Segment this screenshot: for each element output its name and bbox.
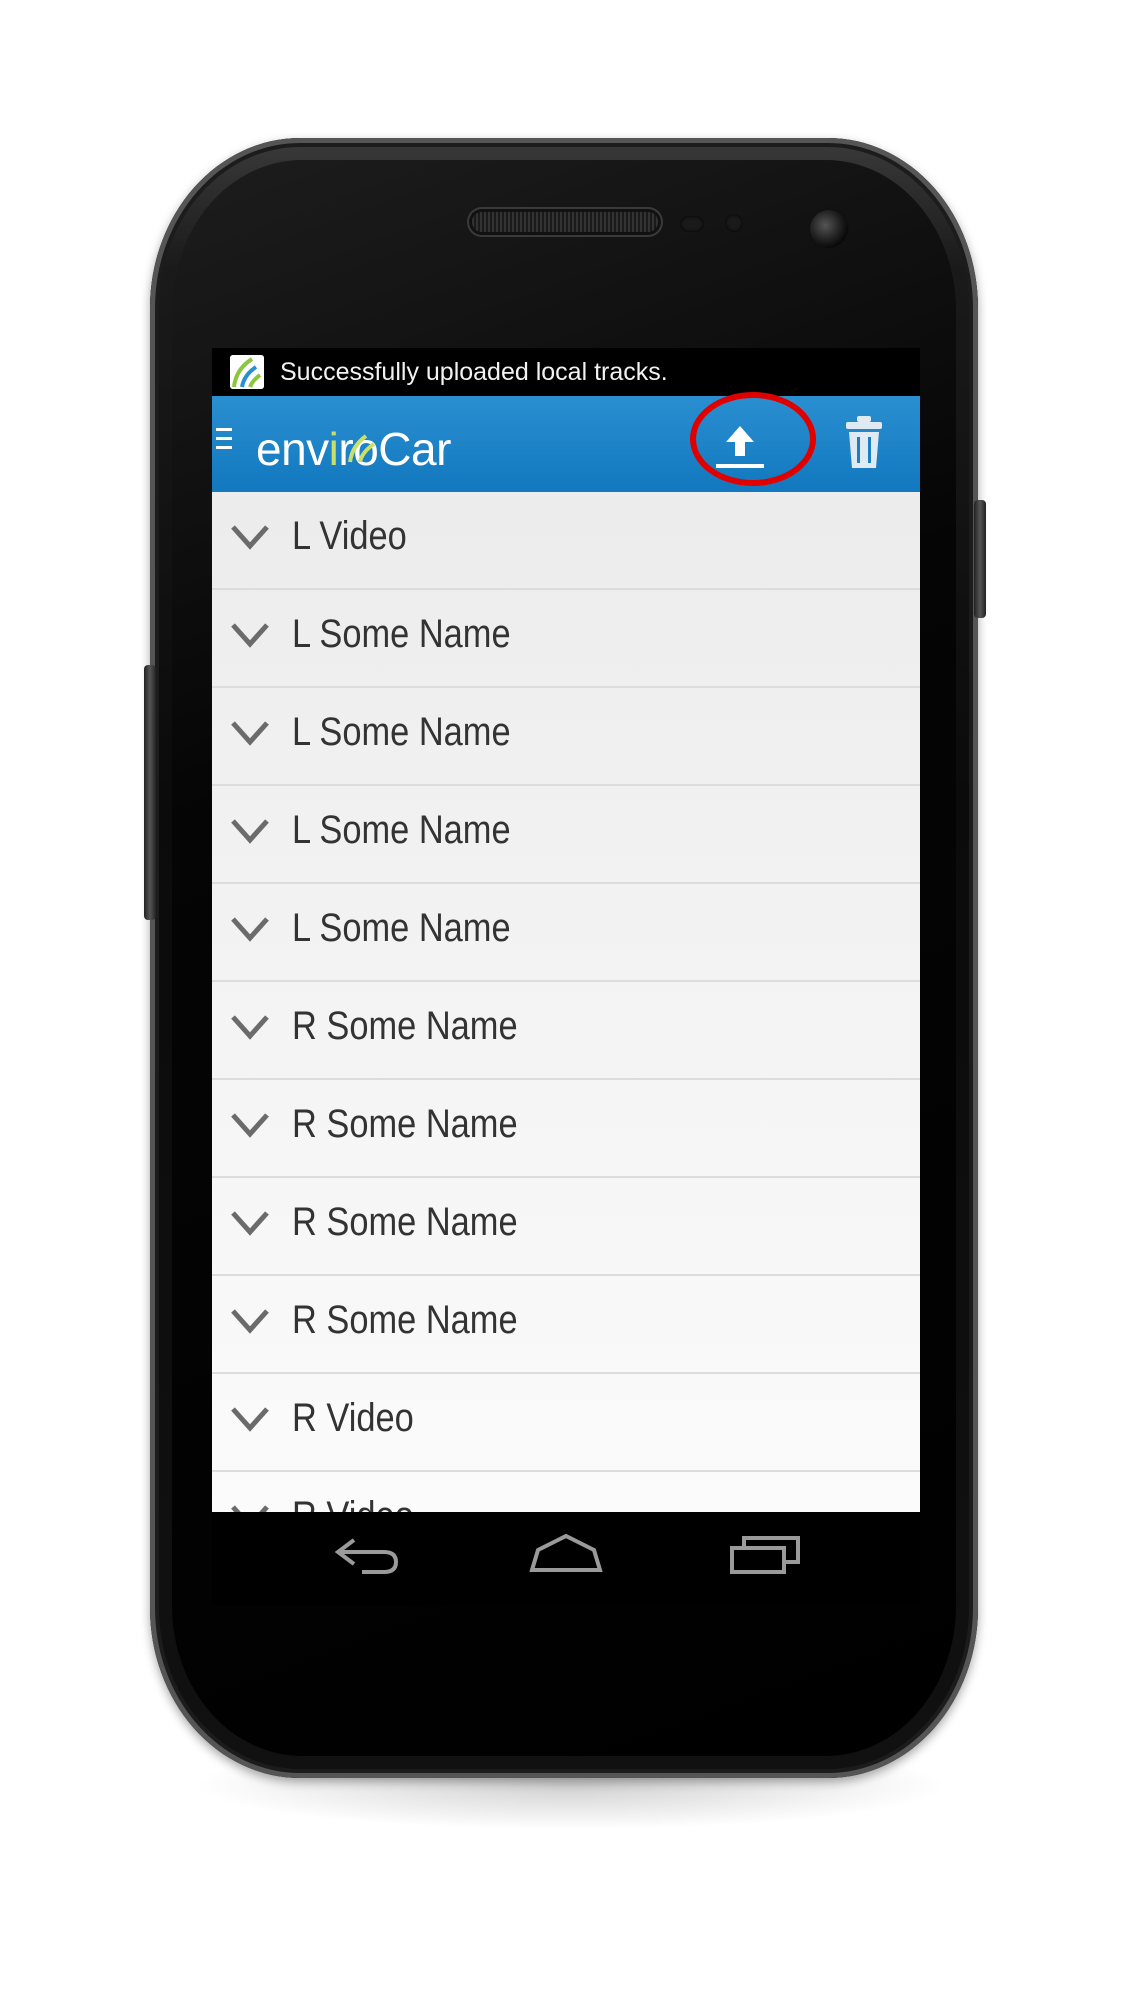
track-list: L Video L Some Name L Some Name L Some N… [212, 492, 920, 1512]
track-label: R Some Name [292, 1004, 518, 1048]
track-label: R Some Name [292, 1102, 518, 1146]
chevron-down-icon [231, 525, 269, 550]
upload-button[interactable] [702, 412, 778, 476]
envirocar-app-icon [230, 355, 264, 389]
chevron-down-icon [231, 721, 269, 746]
proximity-sensor [680, 216, 704, 232]
chevron-down-icon [231, 1309, 269, 1334]
track-label: L Some Name [292, 612, 511, 656]
list-item[interactable]: L Video [212, 492, 920, 590]
chevron-down-icon [231, 819, 269, 844]
home-icon [529, 1533, 603, 1572]
notification-text: Successfully uploaded local tracks. [280, 357, 668, 386]
chevron-down-icon [231, 623, 269, 648]
list-item[interactable]: R Video [212, 1374, 920, 1472]
list-item[interactable]: R Some Name [212, 982, 920, 1080]
chevron-down-icon [231, 1505, 269, 1512]
track-label: R Video [292, 1494, 414, 1512]
navigation-bar [212, 1512, 920, 1605]
action-bar: enviroCar [212, 392, 920, 492]
status-bar: Successfully uploaded local tracks. [212, 348, 920, 396]
recents-icon [730, 1536, 800, 1574]
drawer-menu-icon[interactable] [216, 428, 232, 452]
chevron-down-icon [231, 917, 269, 942]
list-item[interactable]: R Some Name [212, 1276, 920, 1374]
list-item[interactable]: L Some Name [212, 688, 920, 786]
logo-text-prefix: env [256, 423, 329, 475]
recents-button[interactable] [728, 1532, 802, 1580]
earpiece-speaker [472, 212, 658, 232]
track-label: L Some Name [292, 906, 511, 950]
front-camera [810, 210, 848, 248]
logo-signal-icon [348, 434, 376, 463]
app-logo: enviroCar [256, 422, 451, 476]
chevron-down-icon [231, 1015, 269, 1040]
track-label: R Video [292, 1396, 414, 1440]
chevron-down-icon [231, 1113, 269, 1138]
light-sensor [725, 214, 743, 232]
power-button [974, 500, 986, 618]
track-label: L Some Name [292, 710, 511, 754]
home-button[interactable] [528, 1532, 604, 1580]
track-label: R Some Name [292, 1200, 518, 1244]
chevron-down-icon [231, 1407, 269, 1432]
logo-text-accent: i [328, 423, 339, 475]
chevron-down-icon [231, 1211, 269, 1236]
list-item[interactable]: L Some Name [212, 590, 920, 688]
list-item[interactable]: R Some Name [212, 1080, 920, 1178]
screen: Successfully uploaded local tracks. envi… [212, 348, 920, 1605]
back-button[interactable] [332, 1532, 402, 1580]
trash-icon [846, 416, 882, 468]
track-label: L Some Name [292, 808, 511, 852]
volume-button [144, 665, 156, 920]
back-icon [334, 1538, 399, 1574]
track-label: L Video [292, 514, 407, 558]
list-item[interactable]: L Some Name [212, 786, 920, 884]
list-item[interactable]: R Video [212, 1472, 920, 1512]
track-label: R Some Name [292, 1298, 518, 1342]
upload-icon [716, 426, 764, 468]
delete-button[interactable] [842, 416, 886, 470]
list-item[interactable]: L Some Name [212, 884, 920, 982]
list-item[interactable]: R Some Name [212, 1178, 920, 1276]
